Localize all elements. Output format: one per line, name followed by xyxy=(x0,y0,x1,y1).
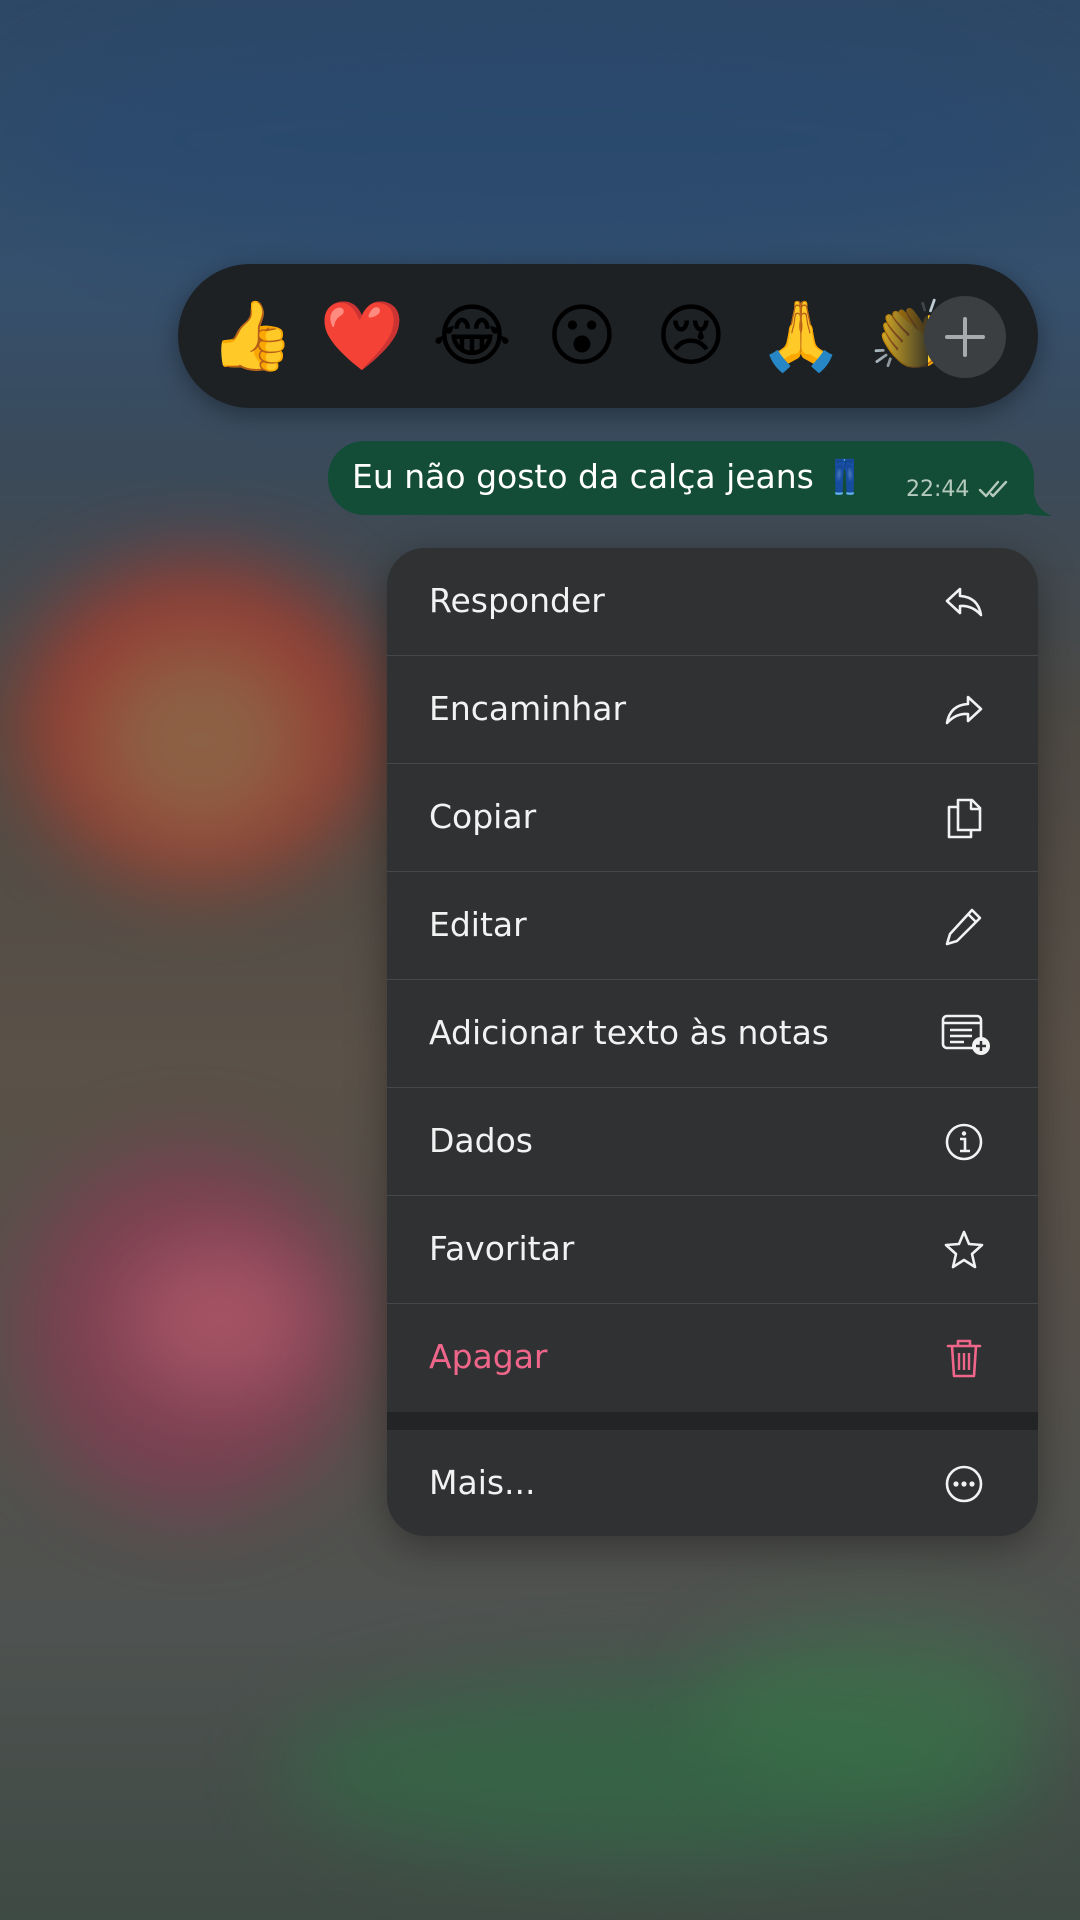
reply-icon xyxy=(945,587,983,617)
reaction-surprised[interactable]: 😮 xyxy=(539,294,625,380)
menu-item-reply[interactable]: Responder xyxy=(387,548,1038,656)
menu-item-info[interactable]: Dados xyxy=(387,1088,1038,1196)
reaction-bar: 👍 ❤️ 😂 😮 😢 🙏 👏 xyxy=(178,264,1038,408)
message-text: Eu não gosto da calça jeans 👖 xyxy=(352,457,866,496)
reaction-heart[interactable]: ❤️ xyxy=(319,294,405,380)
message-bubble[interactable]: Eu não gosto da calça jeans 👖 22:44 xyxy=(328,441,1034,515)
double-check-icon xyxy=(978,480,1008,498)
copy-icon xyxy=(947,798,982,839)
menu-item-favorite[interactable]: Favoritar xyxy=(387,1196,1038,1304)
menu-item-forward[interactable]: Encaminhar xyxy=(387,656,1038,764)
reaction-laughing[interactable]: 😂 xyxy=(429,294,515,380)
menu-item-label: Encaminhar xyxy=(429,689,627,728)
menu-item-edit[interactable]: Editar xyxy=(387,872,1038,980)
forward-icon xyxy=(945,695,983,725)
add-note-icon xyxy=(941,1014,990,1055)
menu-item-label: Editar xyxy=(429,905,527,944)
add-reaction-button[interactable] xyxy=(924,296,1006,378)
menu-item-label: Adicionar texto às notas xyxy=(429,1013,829,1052)
trash-icon xyxy=(946,1339,982,1378)
pencil-icon xyxy=(945,908,982,946)
menu-item-more[interactable]: Mais... xyxy=(387,1430,1038,1536)
reaction-thumbs-up[interactable]: 👍 xyxy=(209,294,295,380)
menu-item-label: Mais... xyxy=(429,1463,536,1502)
menu-item-label: Copiar xyxy=(429,797,537,836)
more-icon xyxy=(945,1465,983,1503)
message-time: 22:44 xyxy=(906,477,970,502)
menu-item-add-to-notes[interactable]: Adicionar texto às notas xyxy=(387,980,1038,1088)
menu-divider xyxy=(387,1412,1038,1430)
menu-item-label: Dados xyxy=(429,1121,533,1160)
reaction-crying[interactable]: 😢 xyxy=(648,294,734,380)
menu-item-copy[interactable]: Copiar xyxy=(387,764,1038,872)
message-context-menu: Responder Encaminhar Copiar Editar Adici… xyxy=(387,548,1038,1536)
menu-item-label: Responder xyxy=(429,581,605,620)
reaction-praying[interactable]: 🙏 xyxy=(758,294,844,380)
menu-item-label: Favoritar xyxy=(429,1229,575,1268)
star-icon xyxy=(944,1230,984,1269)
menu-item-delete[interactable]: Apagar xyxy=(387,1304,1038,1412)
menu-item-label: Apagar xyxy=(429,1337,548,1376)
info-icon xyxy=(945,1123,983,1161)
reaction-fade xyxy=(868,264,928,408)
